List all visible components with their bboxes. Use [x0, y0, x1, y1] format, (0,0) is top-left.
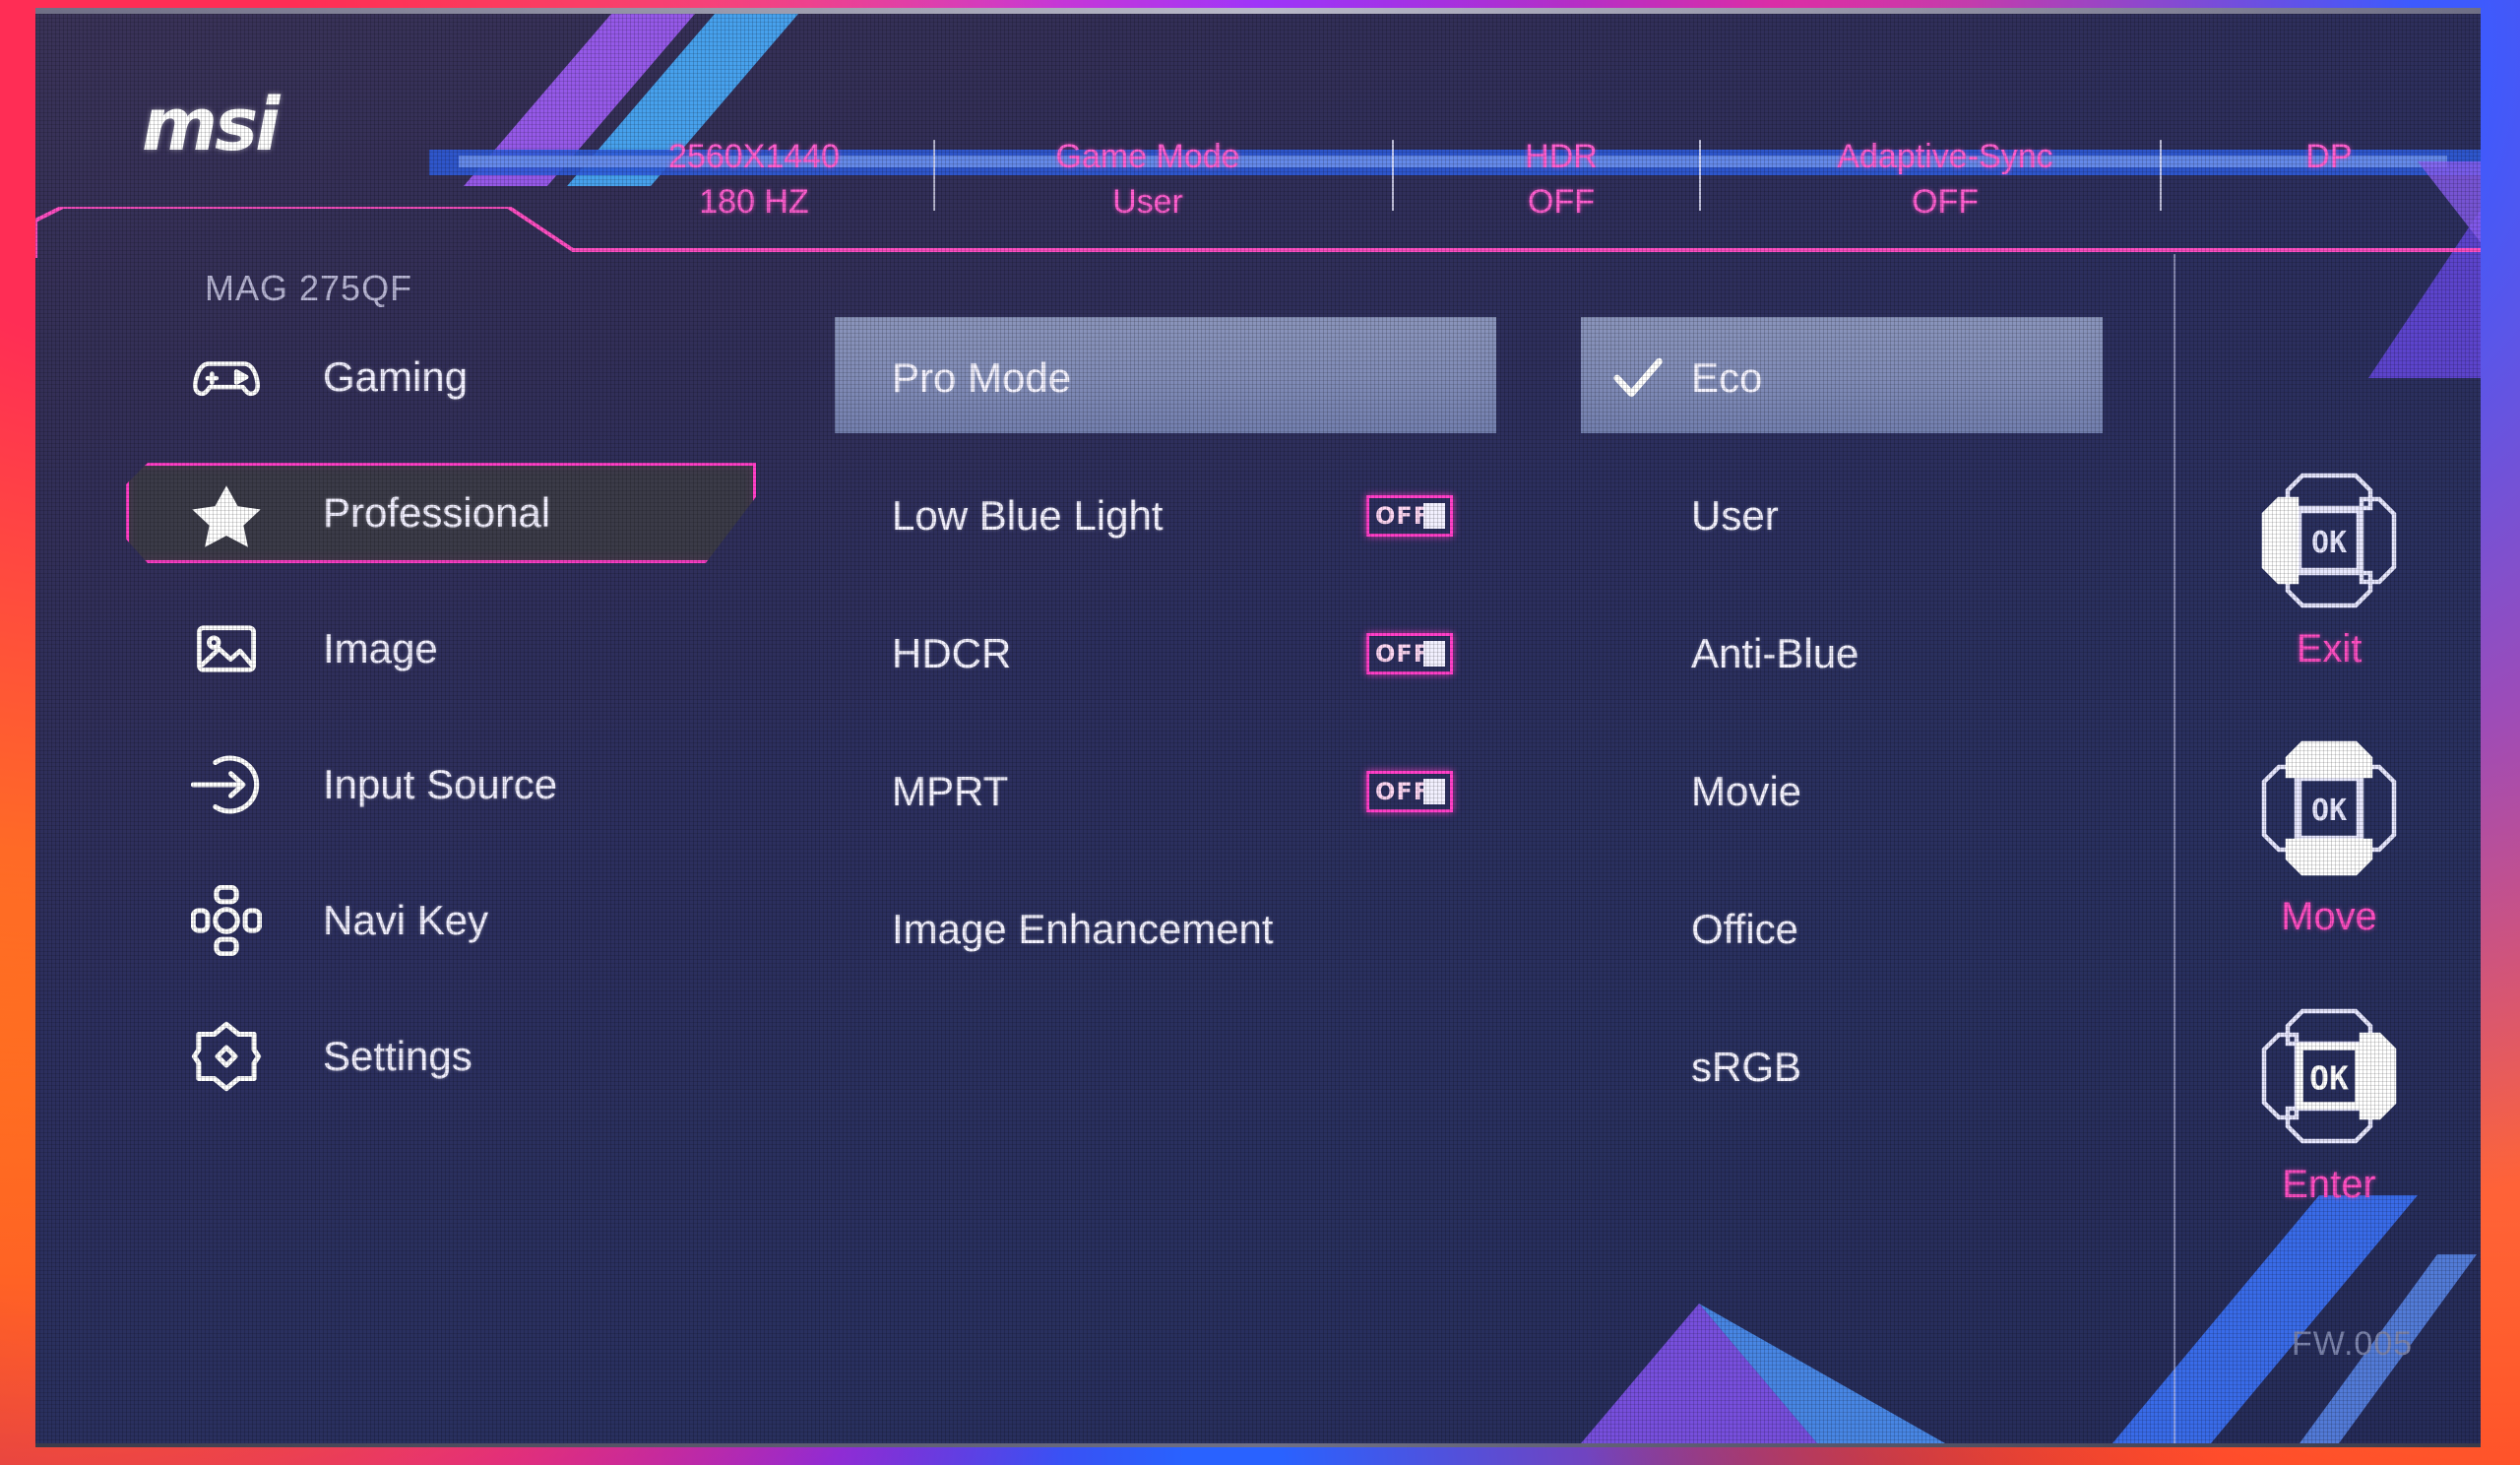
sidebar-item-input-source[interactable]: Input Source: [35, 717, 784, 853]
gear-icon: [185, 1015, 268, 1098]
option-label-hdcr: HDCR: [892, 630, 1012, 676]
header-item-input: DP: [2201, 134, 2457, 179]
toggle-mprt[interactable]: OFF: [1366, 771, 1453, 812]
value-label-movie: Movie: [1691, 768, 1802, 814]
gamepad-icon: [185, 336, 268, 418]
toggle-hdcr[interactable]: OFF: [1366, 633, 1453, 674]
toggle-knob: [1423, 641, 1445, 667]
options-column: Pro Mode Low Blue Light OFF HDCR OFF MPR…: [835, 309, 1504, 998]
header-separator-4: [2160, 140, 2162, 211]
value-label-anti-blue: Anti-Blue: [1691, 630, 1859, 676]
nav-item-enter[interactable]: OK Enter: [2181, 1002, 2477, 1270]
option-label-mprt: MPRT: [892, 768, 1009, 814]
navikey-icon: [185, 879, 268, 962]
svg-text:OK: OK: [2311, 794, 2347, 828]
value-row-srgb[interactable]: sRGB: [1581, 998, 2132, 1136]
sidebar-label-professional: Professional: [323, 489, 551, 536]
value-label-user: User: [1691, 492, 1779, 539]
header-separator-3: [1699, 140, 1701, 211]
value-row-movie[interactable]: Movie: [1581, 723, 2132, 860]
header-separator-2: [1392, 140, 1394, 211]
sidebar-item-gaming[interactable]: Gaming: [35, 309, 784, 445]
toggle-label-low-blue-light: OFF: [1375, 502, 1431, 530]
sidebar-label-input-source: Input Source: [323, 761, 558, 807]
header-adaptive-sync-title: Adaptive-Sync: [1837, 138, 2053, 175]
toggle-knob: [1423, 503, 1445, 529]
option-row-image-enhancement[interactable]: Image Enhancement: [835, 860, 1504, 998]
toggle-low-blue-light[interactable]: OFF: [1366, 495, 1453, 537]
navkey-left-icon: OK: [2261, 473, 2397, 608]
values-column: Eco User Anti-Blue Movie Office sRGB: [1581, 309, 2132, 1136]
option-row-low-blue-light[interactable]: Low Blue Light OFF: [835, 447, 1504, 585]
value-label-srgb: sRGB: [1691, 1044, 1802, 1090]
value-row-user[interactable]: User: [1581, 447, 2132, 585]
option-label-pro-mode: Pro Mode: [892, 354, 1072, 401]
option-label-low-blue-light: Low Blue Light: [892, 492, 1164, 539]
star-icon: [185, 472, 268, 554]
navkey-updown-icon: OK: [2261, 740, 2397, 876]
option-label-image-enhancement: Image Enhancement: [892, 906, 1274, 952]
nav-label-exit: Exit: [2296, 627, 2362, 670]
value-row-anti-blue[interactable]: Anti-Blue: [1581, 585, 2132, 723]
nav-label-move: Move: [2281, 895, 2377, 938]
msi-logo: msi: [142, 83, 281, 167]
sidebar-label-image: Image: [323, 625, 438, 671]
model-name: MAG 275QF: [205, 268, 413, 308]
header-underline: [35, 207, 2481, 258]
header-game-mode-title: Game Mode: [1055, 138, 1240, 175]
toggle-label-mprt: OFF: [1375, 778, 1431, 805]
sidebar-item-professional[interactable]: Professional: [35, 445, 784, 581]
check-icon: [1613, 357, 1663, 398]
option-row-hdcr[interactable]: HDCR OFF: [835, 585, 1504, 723]
firmware-version: FW.005: [2292, 1325, 2414, 1363]
header-resolution-title: 2560X1440: [668, 138, 840, 175]
header-input-title: DP: [2305, 138, 2353, 175]
value-row-office[interactable]: Office: [1581, 860, 2132, 998]
header-hdr-title: HDR: [1525, 138, 1598, 175]
toggle-label-hdcr: OFF: [1375, 640, 1431, 668]
sidebar-item-image[interactable]: Image: [35, 581, 784, 717]
nav-hints-pane: OK Exit OK Move OK Enter: [2181, 467, 2477, 1270]
input-arrow-icon: [185, 743, 268, 826]
value-label-eco: Eco: [1691, 354, 1763, 401]
osd-header: msi 2560X1440 180 HZ Game Mode User HDR …: [35, 14, 2481, 228]
sidebar-label-settings: Settings: [323, 1033, 472, 1079]
sidebar-item-navi-key[interactable]: Navi Key: [35, 853, 784, 988]
svg-text:OK: OK: [2309, 1059, 2349, 1098]
navkey-right-icon: OK: [2261, 1008, 2397, 1144]
toggle-knob: [1423, 779, 1445, 804]
sidebar-item-settings[interactable]: Settings: [35, 988, 784, 1124]
sidebar-label-gaming: Gaming: [323, 353, 469, 400]
picture-icon: [185, 607, 268, 690]
sidebar-menu: Gaming Professional Image Input Source N…: [35, 309, 784, 1124]
nav-item-exit[interactable]: OK Exit: [2181, 467, 2477, 734]
value-row-eco[interactable]: Eco: [1581, 309, 2132, 447]
sidebar-label-navi-key: Navi Key: [323, 897, 489, 943]
nav-label-enter: Enter: [2282, 1163, 2376, 1206]
osd-panel: msi 2560X1440 180 HZ Game Mode User HDR …: [35, 14, 2481, 1443]
value-label-office: Office: [1691, 906, 1798, 952]
option-row-mprt[interactable]: MPRT OFF: [835, 723, 1504, 860]
svg-text:OK: OK: [2311, 526, 2347, 560]
option-row-pro-mode[interactable]: Pro Mode: [835, 309, 1504, 447]
nav-item-move[interactable]: OK Move: [2181, 734, 2477, 1002]
nav-divider: [2174, 254, 2175, 1443]
header-separator-1: [933, 140, 935, 211]
